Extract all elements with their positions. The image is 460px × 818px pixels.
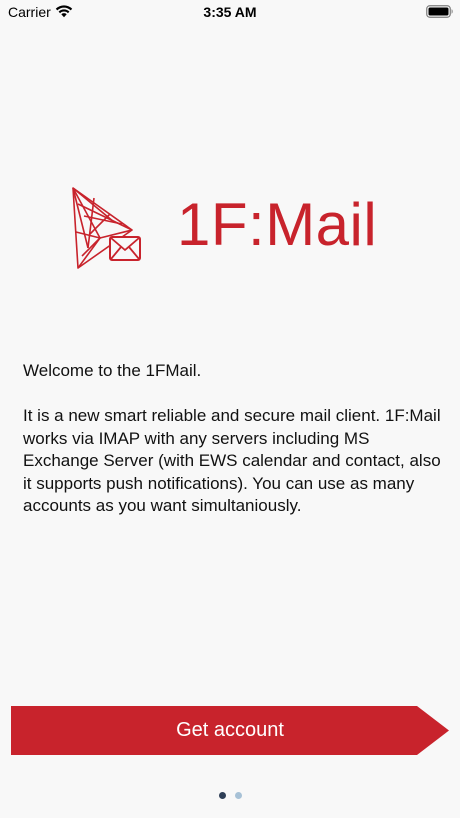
battery-icon <box>426 5 453 18</box>
get-account-label: Get account <box>176 719 284 741</box>
get-account-button[interactable]: Get account <box>11 706 449 755</box>
status-bar: Carrier 3:35 AM <box>0 0 460 26</box>
welcome-description: It is a new smart reliable and secure ma… <box>23 406 441 515</box>
welcome-heading: Welcome to the 1FMail. <box>23 361 202 380</box>
page-indicator[interactable] <box>0 792 460 800</box>
mail-paper-plane-logo-icon <box>72 187 141 269</box>
page-dot-2[interactable] <box>234 792 242 799</box>
page-dot-1[interactable] <box>218 792 226 799</box>
clock: 3:35 AM <box>203 4 257 20</box>
app-name-logo: 1F:Mail <box>177 191 378 258</box>
